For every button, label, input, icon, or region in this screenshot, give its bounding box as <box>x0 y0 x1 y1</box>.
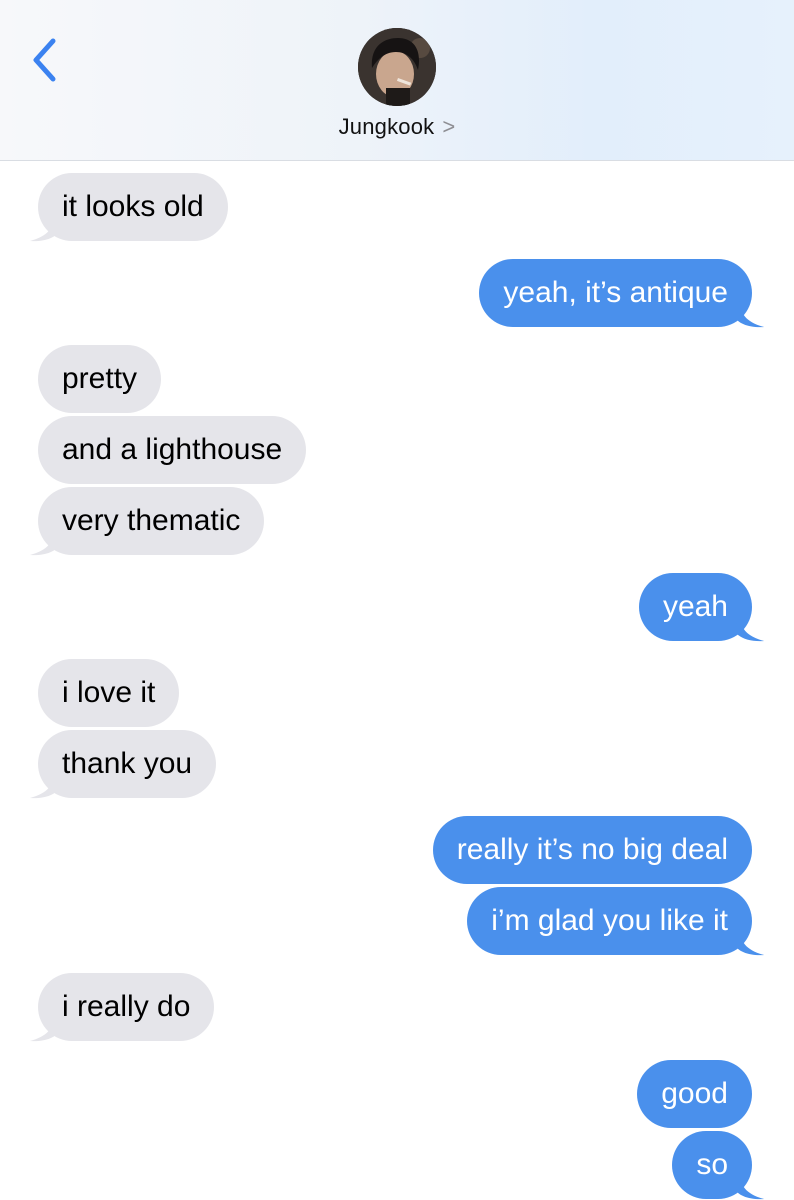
message-text: good <box>661 1077 728 1110</box>
message-text: so <box>696 1148 728 1181</box>
message-text: i really do <box>62 990 191 1023</box>
outgoing-message-bubble[interactable]: really it’s no big deal <box>432 816 752 884</box>
outgoing-message-bubble[interactable]: i’m glad you like it <box>467 887 752 955</box>
chevron-left-icon <box>33 38 56 82</box>
incoming-message-bubble[interactable]: thank you <box>38 730 217 798</box>
conversation-header: Jungkook > <box>0 0 794 161</box>
outgoing-message-bubble[interactable]: yeah, it’s antique <box>479 259 752 327</box>
message-text: and a lighthouse <box>62 433 283 466</box>
messages-screen: Jungkook > it looks old yeah, it’s antiqu… <box>0 0 794 1200</box>
message-text: yeah <box>662 590 728 623</box>
avatar[interactable] <box>358 28 436 106</box>
incoming-message-bubble[interactable]: pretty <box>38 345 162 413</box>
message-text: pretty <box>62 362 138 395</box>
bubble-tail <box>30 528 60 556</box>
bubble-tail <box>734 1172 764 1200</box>
incoming-message-bubble[interactable]: and a lighthouse <box>38 416 307 484</box>
bubble-tail <box>30 214 60 242</box>
message-text: i’m glad you like it <box>491 904 728 937</box>
contact-name: Jungkook <box>338 114 435 139</box>
message-text: thank you <box>62 747 193 780</box>
message-text: it looks old <box>62 190 204 223</box>
incoming-message-bubble[interactable]: very thematic <box>38 487 265 555</box>
message-text: yeah, it’s antique <box>503 276 728 309</box>
chevron-right-icon: > <box>442 114 456 139</box>
contact-name-button[interactable]: Jungkook > <box>0 114 794 140</box>
bubble-tail <box>734 300 764 328</box>
bubble-tail <box>30 1014 60 1042</box>
back-button[interactable] <box>26 36 66 86</box>
bubble-tail <box>734 614 764 642</box>
incoming-message-bubble[interactable]: it looks old <box>38 173 228 241</box>
bubble-tail <box>734 928 764 956</box>
incoming-message-bubble[interactable]: i love it <box>38 659 180 727</box>
bubble-tail <box>30 771 60 799</box>
avatar-photo <box>358 28 436 106</box>
message-text: really it’s no big deal <box>456 833 728 866</box>
message-text: very thematic <box>62 504 241 537</box>
message-text: i love it <box>62 676 156 709</box>
incoming-message-bubble[interactable]: i really do <box>38 973 215 1041</box>
outgoing-message-bubble[interactable]: good <box>637 1060 752 1128</box>
